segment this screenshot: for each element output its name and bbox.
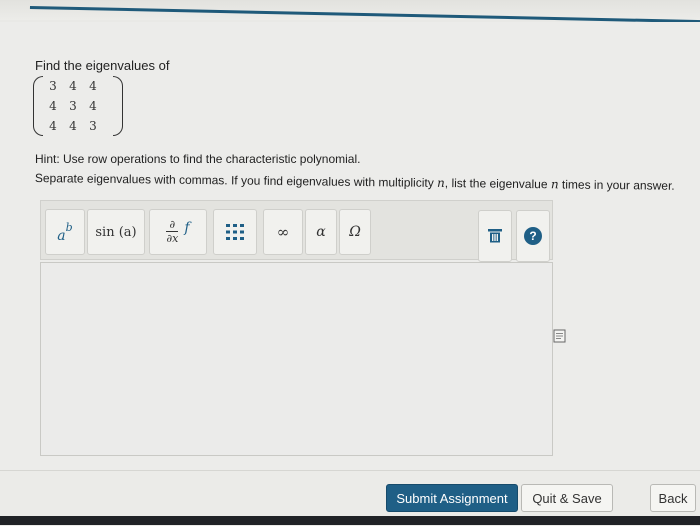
- derivative-denominator: ∂x: [166, 231, 179, 245]
- matrix-row: 4 3 4: [43, 96, 113, 116]
- matrix-cell: 4: [49, 119, 57, 133]
- matrix-grid: 3 4 4 4 3 4 4 4 3: [43, 76, 113, 136]
- matrix: 3 4 4 4 3 4 4 4 3: [33, 76, 123, 138]
- instructions-part3: times in your answer.: [558, 177, 675, 193]
- multiplicity-variable-2: n: [550, 177, 559, 192]
- matrix-cell: 4: [49, 99, 57, 113]
- math-toolbar: ab sin (a) ∂ ∂x f ∞ α Ω: [40, 200, 553, 260]
- bottom-edge: [0, 516, 700, 525]
- function-label: f: [184, 220, 190, 236]
- matrix-cell: 3: [49, 79, 57, 93]
- infinity-button[interactable]: ∞: [263, 209, 303, 255]
- matrix-left-paren: [33, 76, 43, 136]
- derivative-numerator: ∂: [169, 218, 176, 232]
- infinity-label: ∞: [276, 223, 290, 241]
- matrix-cell: 4: [89, 79, 97, 93]
- matrix-row: 4 4 3: [43, 116, 113, 136]
- matrix-row: 3 4 4: [43, 76, 113, 96]
- multiplicity-variable: n: [437, 175, 445, 191]
- quit-save-button[interactable]: Quit & Save: [521, 484, 613, 512]
- help-icon: ?: [524, 227, 542, 245]
- help-button[interactable]: ?: [516, 210, 550, 262]
- instructions-part2: , list the eigenvalue: [444, 176, 551, 192]
- matrix-cell: 4: [69, 79, 77, 93]
- answer-input[interactable]: [40, 262, 553, 456]
- matrix-cell: 4: [89, 99, 97, 113]
- clear-button[interactable]: [478, 210, 512, 262]
- matrix-right-paren: [113, 76, 123, 136]
- matrix-grid-icon: [226, 224, 244, 240]
- question-prompt: Find the eigenvalues of: [35, 58, 170, 73]
- back-button[interactable]: Back: [650, 484, 696, 512]
- matrix-cell: 4: [69, 119, 77, 133]
- power-exponent: b: [65, 220, 73, 234]
- symbols-button[interactable]: Ω: [339, 209, 371, 255]
- trash-icon: [488, 229, 502, 243]
- matrix-button[interactable]: [213, 209, 257, 255]
- matrix-cell: 3: [89, 119, 97, 133]
- omega-label: Ω: [349, 224, 361, 240]
- hint-text: Hint: Use row operations to find the cha…: [35, 152, 361, 166]
- greek-button[interactable]: α: [305, 209, 337, 255]
- power-base: a: [57, 228, 66, 244]
- sin-button[interactable]: sin (a): [87, 209, 145, 255]
- derivative-button[interactable]: ∂ ∂x f: [149, 209, 207, 255]
- matrix-cell: 3: [69, 99, 77, 113]
- sin-label: sin (a): [95, 224, 137, 240]
- power-button[interactable]: ab: [45, 209, 85, 255]
- alpha-label: α: [316, 224, 326, 240]
- derivative-fraction: ∂ ∂x: [166, 218, 179, 245]
- notepad-icon[interactable]: [553, 329, 566, 343]
- submit-assignment-button[interactable]: Submit Assignment: [386, 484, 518, 512]
